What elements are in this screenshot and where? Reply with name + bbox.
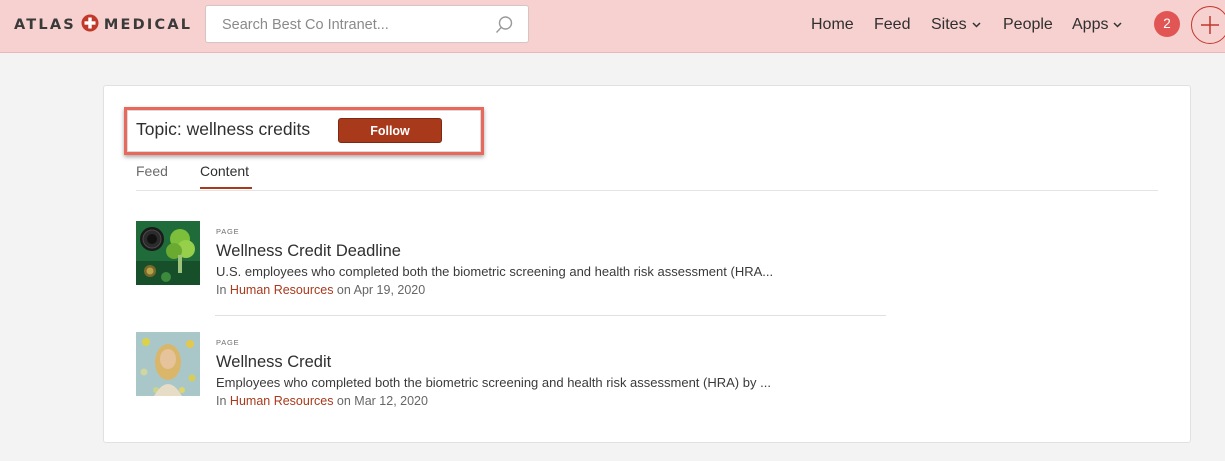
item-date: on Mar 12, 2020: [336, 394, 428, 408]
search-icon[interactable]: [494, 15, 514, 40]
item-thumbnail-vegetables[interactable]: [136, 221, 200, 285]
item-meta: In Human Resources on Apr 19, 2020: [216, 283, 425, 297]
nav-apps[interactable]: Apps: [1072, 16, 1122, 34]
search-box: [205, 5, 529, 43]
nav-sites-label: Sites: [931, 16, 967, 33]
nav-apps-label: Apps: [1072, 16, 1109, 33]
item-title-link[interactable]: Wellness Credit Deadline: [216, 242, 401, 261]
item-in-label: In: [216, 394, 227, 408]
logo-text-left: ATLAS: [14, 17, 76, 33]
item-excerpt: Employees who completed both the biometr…: [216, 375, 771, 390]
nav-people[interactable]: People: [1003, 16, 1053, 34]
item-kind-label: PAGE: [216, 338, 240, 347]
nav-feed[interactable]: Feed: [874, 16, 910, 34]
tab-content[interactable]: Content: [200, 163, 249, 179]
tab-feed[interactable]: Feed: [136, 163, 168, 179]
item-in-label: In: [216, 283, 227, 297]
nav-sites[interactable]: Sites: [931, 16, 981, 34]
item-title-link[interactable]: Wellness Credit: [216, 353, 331, 372]
active-tab-indicator: [200, 187, 252, 189]
search-input[interactable]: [220, 14, 484, 36]
atlas-medical-logo[interactable]: ATLAS MEDICAL: [14, 13, 192, 37]
tabs-divider: [136, 190, 1158, 191]
nav-feed-label: Feed: [874, 16, 911, 33]
item-excerpt: U.S. employees who completed both the bi…: [216, 264, 774, 279]
top-navigation-bar: ATLAS MEDICAL Home Feed Sites People: [0, 0, 1225, 53]
chevron-down-icon: [1113, 22, 1122, 28]
nav-people-label: People: [1003, 16, 1053, 33]
medical-cross-icon: [81, 14, 99, 36]
logo-text-right: MEDICAL: [103, 17, 193, 33]
item-date: on Apr 19, 2020: [336, 283, 426, 297]
highlight-annotation-box: [124, 107, 484, 155]
chevron-down-icon: [972, 22, 981, 28]
nav-home[interactable]: Home: [811, 16, 854, 34]
add-button[interactable]: [1191, 6, 1225, 44]
item-divider: [215, 315, 886, 316]
item-place-link[interactable]: Human Resources: [230, 394, 334, 408]
item-meta: In Human Resources on Mar 12, 2020: [216, 394, 428, 408]
nav-home-label: Home: [811, 16, 854, 33]
item-place-link[interactable]: Human Resources: [230, 283, 334, 297]
notification-badge[interactable]: 2: [1154, 11, 1180, 37]
item-thumbnail-portrait[interactable]: [136, 332, 200, 396]
item-kind-label: PAGE: [216, 227, 240, 236]
plus-icon: [1201, 16, 1219, 34]
